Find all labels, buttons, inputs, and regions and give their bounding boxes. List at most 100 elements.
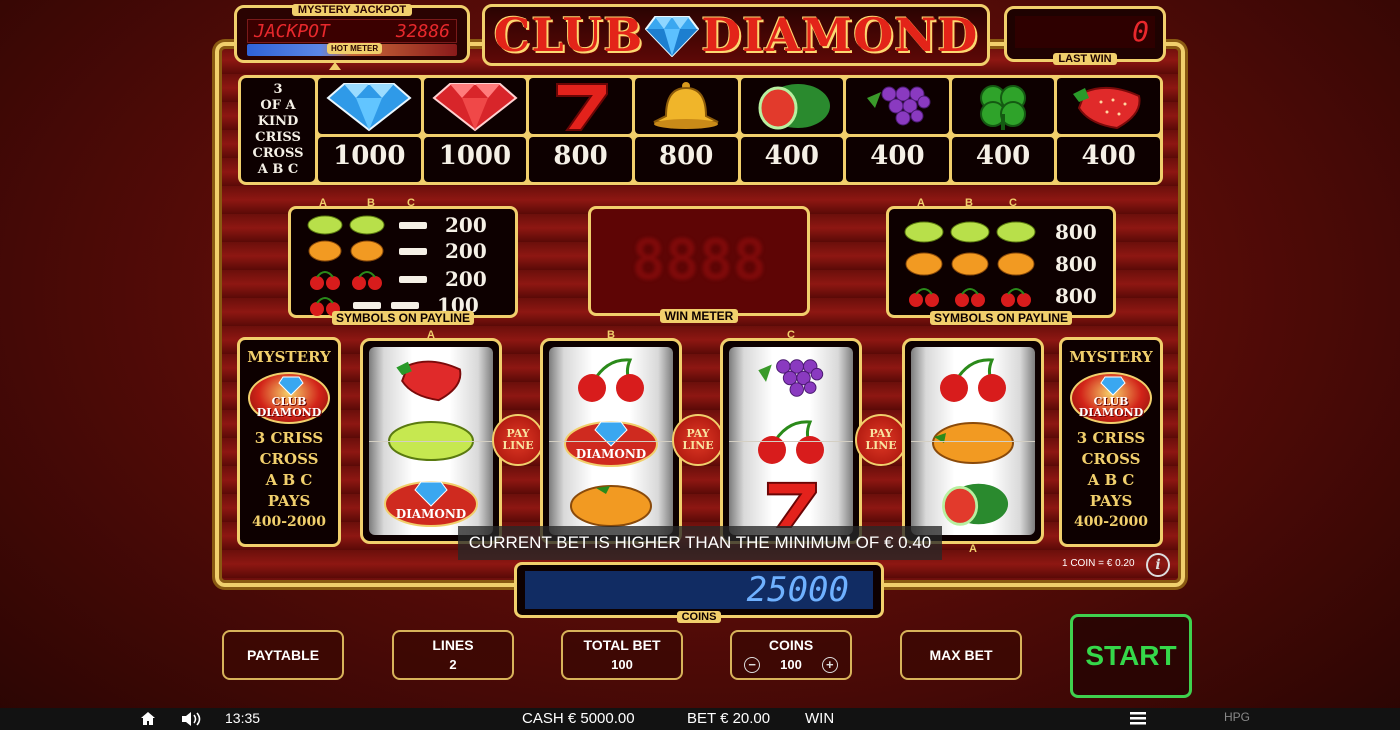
rule-line: A B C [257,162,299,177]
red-diamond-icon [432,83,518,132]
col-label: B [367,197,375,209]
orange-icon [932,421,1014,464]
mystery-line: A B C [1087,471,1135,489]
lines-value: 2 [449,657,457,672]
max-bet-button[interactable]: MAX BET [900,630,1022,680]
badge-text: DIAMOND [1078,406,1144,419]
cherry-icon [940,358,1006,403]
club-diamond-badge-icon: CLUB DIAMOND [248,372,330,424]
dash [399,247,427,255]
pay-row: 800 [901,283,1097,309]
watermelon-icon [758,84,830,130]
seven-icon [766,481,817,528]
jackpot-display: JACKPOT 32886 [247,19,457,43]
payline-text: LINE [502,439,534,452]
coins-minus-button[interactable]: − [744,657,761,673]
mystery-line: CROSS [1081,450,1141,468]
watermelon-icon [942,483,1009,526]
coins-display: 25000 COINS [514,562,884,623]
orange-icon [997,252,1035,276]
paytable-rule: 3 OF A KIND CRISS CROSS A B C [241,78,315,182]
grapes-icon [867,86,931,126]
sound-icon[interactable] [181,711,203,727]
bet-amount: BET € 20.00 [687,710,771,727]
paytable-cell: 800 [529,78,632,182]
info-icon[interactable]: i [1146,553,1170,577]
coins-stepper-value: 100 [780,657,802,672]
mystery-title: MYSTERY [1069,348,1153,366]
reel-1: A DIAMOND [360,329,502,544]
col-label: C [407,197,415,209]
rule-line: 3 [273,82,283,97]
pay-value: 200 [445,239,487,263]
club-diamond-badge-icon: CLUB DIAMOND [1070,372,1152,424]
pay-value: 800 [1055,284,1097,308]
lines-button[interactable]: LINES 2 [392,630,514,680]
orange-icon [905,252,943,276]
pay-value: 800 [1055,220,1097,244]
payline-text: LINE [682,439,714,452]
pay-row: 800 [901,251,1097,277]
lemon-icon [307,215,343,235]
hot-meter-label: HOT METER [327,43,383,54]
last-win-box: 0 LAST WIN [1004,6,1166,65]
pay-row: 200 [305,239,487,263]
paytable-cell: 400 [740,78,844,182]
total-bet-label: TOTAL BET [583,637,661,653]
coin-value-label: 1 COIN = € 0.20 [1062,558,1135,569]
pay-value: 200 [445,213,487,237]
reel-label: A [427,329,435,341]
mystery-line: PAYS [1089,492,1133,510]
lemon-icon [996,221,1036,243]
col-label: A [917,197,925,209]
start-button[interactable]: START [1070,614,1192,698]
coins-plus-button[interactable]: + [821,657,838,673]
payline-marker: PAY LINE [672,414,724,466]
win-meter-display: 8888 [631,228,767,293]
menu-icon[interactable] [1130,712,1146,725]
paytable-cell: 400 [951,78,1055,182]
home-icon[interactable] [140,711,156,726]
mystery-panel-left: MYSTERY CLUB DIAMOND 3 CRISS CROSS A B C … [237,337,341,547]
dash [353,301,381,309]
total-bet-button[interactable]: TOTAL BET 100 [561,630,683,680]
paytable-button[interactable]: PAYTABLE [222,630,344,680]
logo-diamond-icon [645,16,700,57]
total-bet-value: 100 [611,657,633,672]
mystery-line: 3 CRISS [254,429,324,447]
coins-value: 25000 [525,571,873,609]
cherry-icon [1001,288,1031,307]
lemon-icon [349,215,385,235]
mystery-line: CROSS [259,450,319,468]
paytable-button-label: PAYTABLE [246,647,320,663]
symbols-on-payline-label: SYMBOLS ON PAYLINE [331,311,475,325]
max-bet-label: MAX BET [929,647,993,663]
paytable-cell: 400 [1057,78,1160,182]
club-diamond-logo: CLUB DIAMOND [482,4,990,66]
cherry-icon [352,271,382,290]
dash [399,275,427,283]
paytable-value: 400 [846,137,949,182]
blue-diamond-icon [326,83,412,132]
pay-value: 200 [445,267,487,291]
bet-warning-message: CURRENT BET IS HIGHER THAN THE MINIMUM O… [458,526,942,560]
rule-line: CROSS [252,146,304,161]
win-amount: WIN [805,710,835,727]
rule-line: OF A [260,98,296,113]
mystery-range: 400-2000 [1074,514,1148,530]
last-win-value: 0 [1015,16,1155,48]
cherry-icon [955,288,985,307]
clock: 13:35 [225,710,261,726]
lemon-icon [388,420,474,461]
logo-word-diamond: DIAMOND [701,8,979,62]
status-bar: 13:35 CASH € 5000.00 BET € 20.00 WIN HPG [0,708,1400,730]
pay-row: 800 [901,219,1097,245]
badge-text: DIAMOND [256,406,322,419]
payline-text: LINE [865,439,897,452]
cash-amount: CASH € 5000.00 [522,710,635,727]
jackpot-title: MYSTERY JACKPOT [291,4,413,16]
mystery-jackpot-box: MYSTERY JACKPOT JACKPOT 32886 HOT METER [234,4,470,63]
reel-label: B [607,329,615,341]
coins-stepper: COINS − 100 + [730,630,852,680]
cherry-icon [578,358,644,402]
